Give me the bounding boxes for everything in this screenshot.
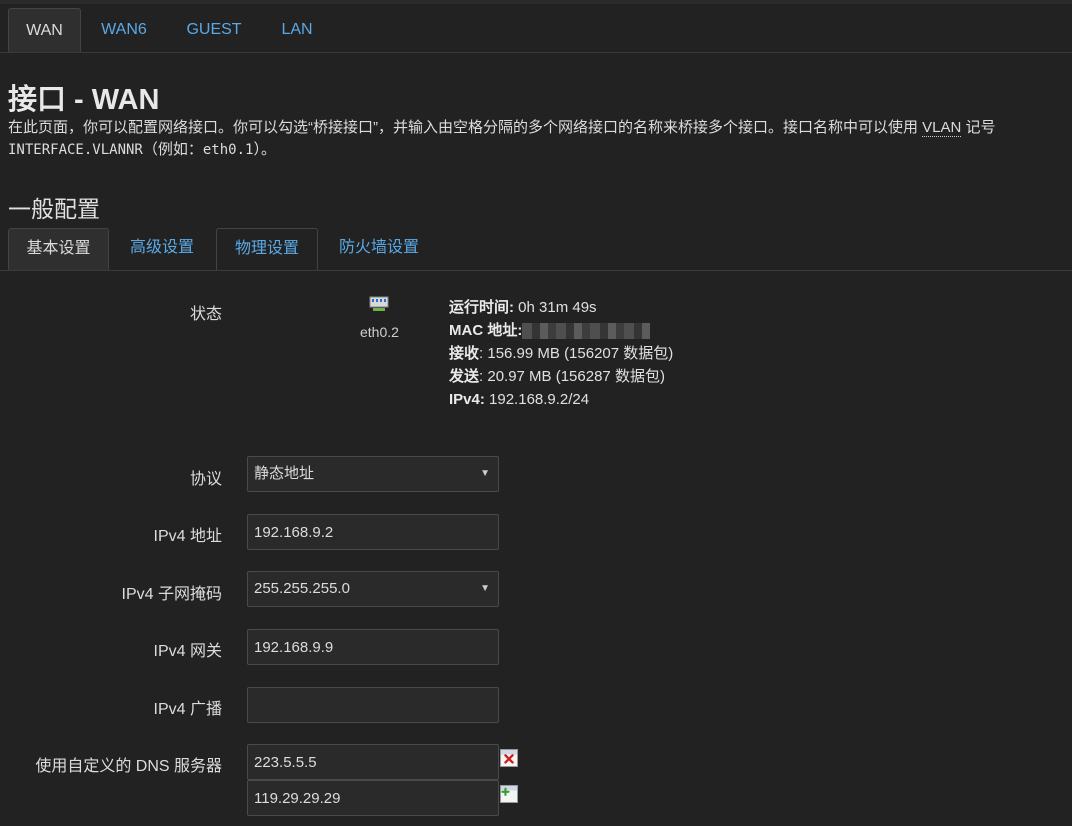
subtab-firewall[interactable]: 防火墙设置	[326, 228, 432, 270]
tx-value: : 20.97 MB (156287 数据包)	[479, 368, 665, 385]
netmask-label: IPv4 子网掩码	[121, 586, 222, 603]
protocol-value: 静态地址	[254, 465, 315, 482]
rx-value: : 156.99 MB (156207 数据包)	[479, 345, 674, 362]
mac-label: MAC 地址:	[449, 322, 523, 339]
ipv4-address-label: IPv4 地址	[153, 528, 222, 545]
uptime-value: 0h 31m 49s	[514, 299, 597, 316]
section-title: 一般配置	[8, 196, 100, 222]
top-strip	[0, 0, 1072, 4]
gateway-label: IPv4 网关	[153, 643, 222, 660]
tab-wan6[interactable]: WAN6	[92, 8, 156, 52]
subtab-basic[interactable]: 基本设置	[8, 228, 109, 270]
page-description: 在此页面，你可以配置网络接口。你可以勾选“桥接接口”，并输入由空格分隔的多个网络…	[8, 117, 1068, 161]
chevron-down-icon: ▼	[480, 583, 490, 594]
desc-code-example: eth0.1	[202, 142, 254, 158]
desc-code: INTERFACE.VLANNR	[8, 142, 143, 158]
uptime-label: 运行时间:	[449, 299, 514, 316]
desc-text-2: 记号	[961, 119, 996, 136]
ipv4-value: 192.168.9.2/24	[484, 391, 590, 408]
tab-wan[interactable]: WAN	[8, 8, 81, 52]
ethernet-port-icon	[369, 296, 389, 311]
desc-text-3: （例如：	[142, 141, 203, 158]
gateway-input[interactable]	[247, 629, 499, 665]
netmask-value: 255.255.255.0	[254, 580, 350, 597]
ipv4-label: IPv4:	[449, 391, 485, 408]
ipv4-address-input[interactable]	[247, 514, 499, 550]
mac-address-redacted	[522, 323, 651, 340]
status-label: 状态	[189, 306, 222, 323]
broadcast-label: IPv4 广播	[153, 701, 222, 718]
tab-lan[interactable]: LAN	[272, 8, 322, 52]
config-subtabs: 基本设置 高级设置 物理设置 防火墙设置	[0, 228, 1072, 271]
page-title: 接口 - WAN	[8, 84, 160, 116]
subtab-advanced[interactable]: 高级设置	[116, 228, 208, 270]
status-info: 运行时间: 0h 31m 49s MAC 地址: 接收: 156.99 MB (…	[449, 296, 673, 411]
tx-label: 发送	[449, 368, 480, 385]
protocol-label: 协议	[189, 471, 222, 488]
tab-guest[interactable]: GUEST	[176, 8, 252, 52]
desc-text-4: ）。	[253, 141, 276, 158]
protocol-select[interactable]: 静态地址 ▼	[247, 456, 499, 492]
netmask-select[interactable]: 255.255.255.0 ▼	[247, 571, 499, 607]
broadcast-input[interactable]	[247, 687, 499, 723]
interface-tabs: WAN WAN6 GUEST LAN	[0, 8, 1072, 53]
rx-label: 接收	[449, 345, 480, 362]
add-icon[interactable]	[500, 785, 518, 803]
dns-label: 使用自定义的 DNS 服务器	[35, 758, 222, 775]
vlan-abbr: VLAN	[922, 119, 962, 137]
subtab-physical[interactable]: 物理设置	[216, 228, 318, 270]
chevron-down-icon: ▼	[480, 468, 490, 479]
remove-icon[interactable]	[500, 749, 518, 767]
desc-text-1: 在此页面，你可以配置网络接口。你可以勾选“桥接接口”，并输入由空格分隔的多个网络…	[8, 119, 923, 136]
interface-name: eth0.2	[360, 324, 399, 340]
dns-server-input-2[interactable]	[247, 780, 499, 816]
dns-server-input-1[interactable]	[247, 744, 499, 780]
